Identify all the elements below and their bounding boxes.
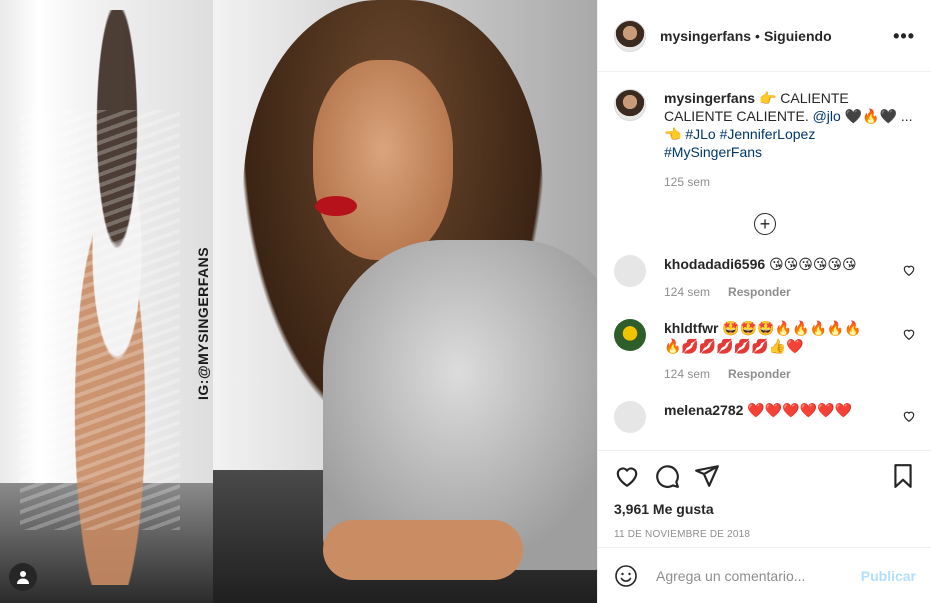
author-username[interactable]: mysingerfans xyxy=(660,28,751,44)
caption-avatar[interactable] xyxy=(614,89,646,121)
reply-button[interactable]: Responder xyxy=(728,285,791,299)
caption-username[interactable]: mysingerfans xyxy=(664,90,755,106)
model-arm xyxy=(323,520,523,580)
author-avatar[interactable] xyxy=(614,19,646,52)
post-media[interactable]: IG:@MYSINGERFANS xyxy=(0,0,597,603)
caption-mention[interactable]: @jlo xyxy=(813,108,841,124)
post-actions: 3,961 Me gusta 11 DE NOVIEMBRE DE 2018 xyxy=(598,450,931,540)
comment-text: ❤️❤️❤️❤️❤️❤️ xyxy=(747,402,852,418)
like-count[interactable]: 3,961 Me gusta xyxy=(614,501,916,517)
model-face xyxy=(313,60,453,260)
commenter-avatar[interactable] xyxy=(614,401,646,433)
ellipsis-icon[interactable]: ••• xyxy=(893,26,915,47)
post-header: mysingerfans • Siguiendo ••• xyxy=(598,0,931,72)
photo-right-panel xyxy=(213,0,597,603)
comments-list[interactable]: mysingerfans 👉 CALIENTE CALIENTE CALIENT… xyxy=(598,73,931,449)
photo-left-panel xyxy=(0,0,213,603)
plus-circle-icon[interactable]: + xyxy=(754,213,776,235)
post-date: 11 DE NOVIEMBRE DE 2018 xyxy=(614,529,751,540)
comment-icon[interactable] xyxy=(654,463,680,489)
action-bar xyxy=(614,463,916,489)
heart-icon[interactable] xyxy=(902,327,916,341)
caption-text: mysingerfans 👉 CALIENTE CALIENTE CALIENT… xyxy=(664,89,916,161)
caption: mysingerfans 👉 CALIENTE CALIENTE CALIENT… xyxy=(614,89,916,161)
post-sidebar: mysingerfans • Siguiendo ••• mysingerfan… xyxy=(597,0,931,603)
light-stripes xyxy=(20,110,180,530)
commenter-username[interactable]: khodadadi6596 xyxy=(664,256,765,272)
smiley-icon[interactable] xyxy=(614,564,638,588)
hashtag-jlo[interactable]: #JLo xyxy=(685,126,715,142)
instagram-post-modal: IG:@MYSINGERFANS mysingerfans • Siguiend… xyxy=(0,0,931,603)
hashtag-jenniferlopez[interactable]: #JenniferLopez xyxy=(720,126,816,142)
comment-time: 124 sem xyxy=(664,285,711,299)
comment-item: melena2782 ❤️❤️❤️❤️❤️❤️ xyxy=(614,401,916,433)
comment-text: 😘😘😘😘😘😘 xyxy=(769,256,857,272)
comment-time: 124 sem xyxy=(664,367,711,381)
heart-icon[interactable] xyxy=(902,409,916,423)
reply-button[interactable]: Responder xyxy=(728,367,791,381)
commenter-username[interactable]: khldtfwr xyxy=(664,320,718,336)
header-separator: • xyxy=(755,27,760,44)
comment-item: khodadadi6596 😘😘😘😘😘😘 124 sem Responder xyxy=(614,255,916,299)
commenter-avatar[interactable] xyxy=(614,319,646,351)
watermark-text: IG:@MYSINGERFANS xyxy=(195,246,211,400)
commenter-avatar[interactable] xyxy=(614,255,646,287)
paper-plane-icon[interactable] xyxy=(694,463,720,489)
bookmark-icon[interactable] xyxy=(890,463,916,489)
comment-item: khldtfwr 🤩🤩🤩🔥🔥🔥🔥🔥🔥💋💋💋💋💋👍❤️ 124 sem Respon… xyxy=(614,319,916,381)
user-icon xyxy=(17,571,29,584)
tagged-user-button[interactable] xyxy=(9,563,37,591)
add-comment-bar: Publicar xyxy=(598,547,931,603)
comment-input[interactable] xyxy=(654,566,861,585)
commenter-username[interactable]: melena2782 xyxy=(664,402,743,418)
heart-icon[interactable] xyxy=(614,463,640,489)
caption-timestamp: 125 sem xyxy=(664,175,711,189)
hashtag-mysingerfans[interactable]: #MySingerFans xyxy=(664,144,762,160)
post-comment-button[interactable]: Publicar xyxy=(861,568,916,584)
load-more: + xyxy=(614,213,916,235)
model-lips xyxy=(315,196,357,216)
heart-icon[interactable] xyxy=(902,263,916,277)
following-button[interactable]: Siguiendo xyxy=(764,28,832,44)
